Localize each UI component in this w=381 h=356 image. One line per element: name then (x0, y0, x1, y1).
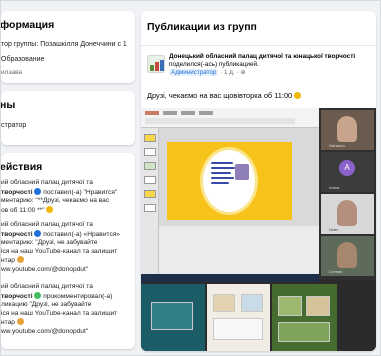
info-line-3: илзава (1, 69, 23, 76)
activity-item-l1: ий обласний палац дитячої та (1, 283, 93, 290)
activity-item-l2b: поставил(-а) "Нравится" (43, 188, 118, 196)
activity-item-l2: творчості (1, 188, 33, 196)
activity-title: ействия (1, 161, 43, 173)
tile-caption: Степан (329, 269, 343, 274)
post-time[interactable]: 1 д. (224, 69, 235, 76)
taskbar (141, 274, 319, 282)
participant-avatar: A (339, 160, 355, 176)
role-badge: Администратор (169, 69, 219, 76)
participant-photo (337, 242, 357, 268)
activity-item-l2b: прокомментировал(-а) (43, 292, 113, 300)
activity-item-l6[interactable]: ww.youtube.com/@donopdut" (1, 266, 135, 275)
video-tile: Степан (321, 236, 374, 276)
comment-icon (34, 291, 42, 299)
slide-text-lines (211, 162, 237, 187)
video-tile: Олег (321, 194, 374, 234)
admins-card: ны стратор (1, 91, 135, 145)
like-icon (34, 187, 42, 195)
activity-item[interactable]: ий обласний палац дитячої та творчості п… (1, 221, 135, 275)
activity-item-l6[interactable]: ww.youtube.com/@donopdut" (1, 328, 135, 337)
divider (141, 45, 376, 46)
activity-item[interactable]: ий обласний палац дитячої та творчості п… (1, 179, 135, 215)
tile-caption: Наталья (329, 143, 345, 148)
group-avatar[interactable] (147, 55, 165, 73)
activity-item[interactable]: ий обласний палац дитячої та творчості п… (1, 283, 135, 337)
sun-emoji-icon (46, 205, 54, 213)
activity-item-l5: нтар (1, 319, 15, 327)
hand-emoji-icon (16, 256, 24, 264)
participant-photo (337, 116, 357, 142)
thumbnail-image[interactable] (141, 284, 205, 351)
activity-item-l2b: поставил(-а) «Нравится» (43, 230, 120, 238)
sun-emoji-icon (294, 92, 302, 99)
thumbnail-image[interactable] (272, 284, 337, 351)
info-line-1: тор группы: Позашкілля Донеччини с 1 (1, 41, 127, 48)
hand-emoji-icon (16, 318, 24, 326)
group-posts-panel: Публикации из групп Донецький обласний п… (141, 11, 376, 351)
admins-line-1[interactable]: стратор (1, 121, 26, 130)
video-tile: A Аліна (321, 152, 374, 192)
post-verb: поделился(-ась) публикацией. (169, 61, 259, 68)
page-canvas: формация тор группы: Позашкілля Донеччин… (0, 0, 381, 356)
activity-item-l3: ликацию "Друзі, не забувайте (1, 301, 92, 309)
slide-photo (235, 164, 249, 180)
activity-item-l2: творчості (1, 230, 33, 238)
current-slide (167, 142, 292, 220)
post-image[interactable]: Наталья A Аліна Олег Степан (141, 108, 376, 351)
more-images[interactable] (141, 284, 376, 351)
activity-item-l3: ментарию: "Друзі, не забувайте (1, 239, 98, 247)
notes-pane (159, 226, 319, 280)
activity-item-l1: ий обласний палац дитячої та (1, 221, 93, 228)
thumbnail-image[interactable] (339, 284, 376, 351)
section-title: Публикации из групп (147, 21, 257, 33)
slide-thumbnails (141, 128, 159, 280)
globe-icon: ⊕ (240, 69, 246, 76)
admins-title: ны (1, 99, 16, 111)
tile-caption: Аліна (329, 185, 340, 190)
activity-item-l2: творчості (1, 292, 33, 300)
post-author[interactable]: Донецький обласний палац дитячої та юнац… (169, 53, 355, 60)
activity-item-l1: ий обласний палац дитячої та (1, 179, 93, 186)
info-line-2: Образование (1, 56, 45, 63)
post-text-body: Друзі, чекаємо на вас щовівторка об 11:0… (147, 91, 293, 100)
tile-caption: Олег (329, 227, 339, 232)
activity-item-l4: іся на наш YouTube-канал та залишит (1, 247, 118, 255)
thumbnail-image[interactable] (207, 284, 270, 351)
activity-item-l4: ов об 11:00 **" (1, 206, 45, 214)
activity-item-l5: нтар (1, 257, 15, 265)
video-tile: Наталья (321, 110, 374, 150)
ribbon (141, 108, 319, 128)
activity-card: ействия ий обласний палац дитячої та тво… (1, 153, 135, 349)
activity-item-l3: ментарию: "**Друзі, чекаємо на вас (1, 197, 110, 205)
participant-photo (337, 200, 357, 226)
powerpoint-window (141, 108, 319, 282)
post-meta: Администратор · 1 д. · ⊕ (169, 69, 246, 76)
info-card: формация тор группы: Позашкілля Донеччин… (1, 11, 135, 83)
activity-item-l4: іся на наш YouTube-канал та залишит (1, 309, 118, 317)
info-title: формация (1, 19, 55, 31)
post-text: Друзі, чекаємо на вас щовівторка об 11:0… (147, 91, 302, 100)
post-header: Донецький обласний палац дитячої та юнац… (169, 53, 369, 69)
like-icon (34, 229, 42, 237)
video-tiles: Наталья A Аліна Олег Степан (319, 108, 376, 280)
